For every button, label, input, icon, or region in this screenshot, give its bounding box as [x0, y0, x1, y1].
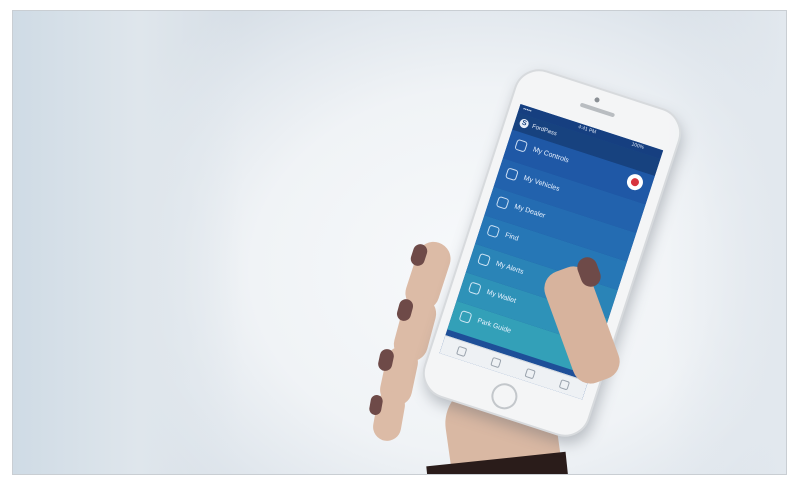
- photo-frame: ••••• 4:41 PM 100% S FordPass My Control…: [12, 10, 787, 475]
- menu-item-label: My Controls: [531, 146, 570, 165]
- menu-item-label: My Dealer: [513, 203, 546, 220]
- home-button[interactable]: [488, 379, 521, 413]
- tab-map-icon[interactable]: [490, 356, 502, 369]
- menu-item-label: Park Guide: [476, 317, 512, 335]
- menu-item-icon: [458, 309, 473, 324]
- app-screen: ••••• 4:41 PM 100% S FordPass My Control…: [439, 103, 664, 400]
- tab-home-icon[interactable]: [456, 345, 468, 358]
- tab-user-icon[interactable]: [558, 379, 571, 391]
- menu-item-icon: [504, 167, 519, 182]
- menu-item-icon: [467, 281, 482, 296]
- menu-item-label: My Wallet: [485, 288, 517, 305]
- menu-item-icon: [486, 224, 501, 239]
- smartphone: ••••• 4:41 PM 100% S FordPass My Control…: [416, 62, 688, 444]
- menu-item-label: Find: [504, 231, 520, 243]
- speaker-grille: [579, 102, 616, 118]
- menu-item-label: My Vehicles: [522, 174, 561, 193]
- menu-item-label: My Alerts: [494, 260, 525, 276]
- menu-item-icon: [495, 195, 510, 210]
- menu-item-icon: [477, 252, 491, 267]
- menu-item-icon: [514, 138, 529, 153]
- tab-pin-icon[interactable]: [524, 367, 536, 380]
- app-logo-icon: S: [518, 117, 530, 130]
- camera-icon: [593, 96, 601, 104]
